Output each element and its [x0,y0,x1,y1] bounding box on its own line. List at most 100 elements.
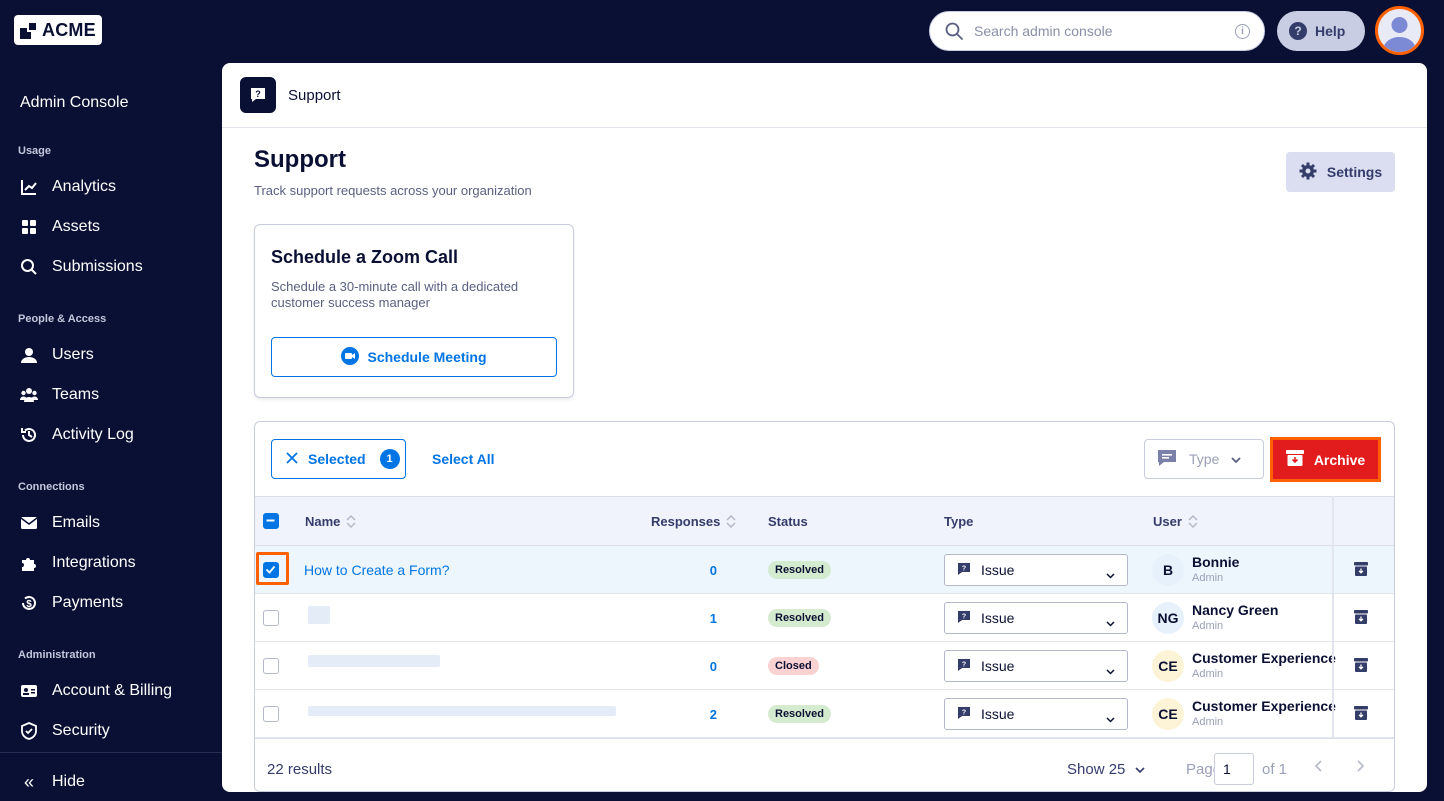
row-checkbox[interactable] [263,658,279,674]
shield-icon [20,722,38,740]
sidebar-hide-button[interactable]: « Hide [20,765,220,799]
sidebar-item-label: Analytics [52,178,117,195]
search-icon [944,21,964,41]
user-role: Admin [1192,716,1224,728]
chevron-down-icon [1231,451,1241,467]
table-row[interactable]: 2 Resolved ? Issue CE Customer Experienc… [255,690,1394,738]
sidebar-item-submissions[interactable]: Submissions [20,250,220,284]
sidebar-item-analytics[interactable]: Analytics [20,170,220,204]
chevron-down-icon [1135,761,1145,778]
table-toolbar: Selected 1 Select All Type Archive [255,422,1394,496]
sidebar-item-integrations[interactable]: Integrations [20,546,220,580]
user-role: Admin [1192,620,1224,632]
status-badge: Resolved [768,609,831,627]
page-number-input[interactable] [1214,753,1254,785]
sidebar-item-security[interactable]: Security [20,714,220,748]
clear-selection-button[interactable]: Selected 1 [271,439,406,479]
sidebar-item-label: Integrations [52,554,136,571]
admin-search-bar[interactable]: i [929,11,1265,51]
page-size-select[interactable]: Show 25 [1067,761,1145,778]
next-page-icon[interactable] [1356,759,1365,777]
archive-icon[interactable] [1354,562,1368,581]
page-subtitle: Track support requests across your organ… [254,183,532,198]
responses-count[interactable]: 0 [695,659,717,674]
column-header-user[interactable]: User [1153,514,1198,529]
row-checkbox[interactable] [263,562,279,578]
sidebar-item-payments[interactable]: $ Payments [20,586,220,620]
user-name: Nancy Green [1192,602,1279,618]
sidebar-item-teams[interactable]: Teams [20,378,220,412]
sidebar-item-label: Assets [52,218,101,235]
row-checkbox[interactable] [263,610,279,626]
column-header-type: Type [944,514,974,529]
responses-count[interactable]: 1 [695,611,717,626]
archive-label: Archive [1313,451,1366,468]
user-icon [20,346,38,364]
archive-icon[interactable] [1354,610,1368,629]
status-badge: Resolved [768,705,831,723]
search-icon [20,258,38,276]
sidebar-divider [0,752,222,753]
type-select[interactable]: ? Issue [944,554,1128,586]
column-header-status: Status [768,514,808,529]
schedule-meeting-button[interactable]: Schedule Meeting [271,337,557,377]
page-title: Support [254,146,346,173]
responses-count[interactable]: 2 [695,707,717,722]
type-select[interactable]: ? Issue [944,650,1128,682]
sidebar-item-label: Users [52,346,94,363]
column-header-responses[interactable]: Responses [651,514,736,529]
sidebar-item-label: Teams [52,386,100,403]
user-avatar[interactable] [1375,6,1424,55]
sidebar-item-label: Emails [52,514,101,531]
section-connections: Connections [18,481,85,493]
sidebar-title: Admin Console [20,94,129,111]
acme-logo[interactable]: ACME [14,15,102,45]
search-input[interactable] [974,23,1235,39]
chevron-down-icon [1106,566,1115,582]
chevron-down-icon [1106,710,1115,726]
sidebar-item-activity-log[interactable]: Activity Log [20,418,220,452]
selected-label: Selected [308,451,366,467]
table-row[interactable]: How to Create a Form? 0 Resolved ? Issue… [255,546,1394,594]
archive-icon[interactable] [1354,658,1368,677]
sidebar-item-emails[interactable]: Emails [20,506,220,540]
support-issue-icon: ? [957,610,971,627]
page-size-label: Show 25 [1067,761,1126,778]
sort-icon [346,514,356,529]
select-all-checkbox[interactable] [263,513,279,529]
svg-text:$: $ [26,599,32,610]
settings-button[interactable]: Settings [1286,152,1395,192]
status-badge: Resolved [768,561,831,579]
table-row[interactable]: 1 Resolved ? Issue NG Nancy Green Admin [255,594,1394,642]
acme-logo-icon [20,21,38,39]
support-app-icon: ? [240,77,276,113]
column-header-name[interactable]: Name [305,514,356,529]
prev-page-icon[interactable] [1314,759,1323,777]
id-card-icon [20,682,38,700]
svg-text:?: ? [962,565,966,572]
redacted-name [308,706,616,716]
type-filter-dropdown[interactable]: Type [1144,439,1264,479]
selected-count-badge: 1 [379,449,400,469]
hide-label: Hide [52,773,85,790]
redacted-name [308,655,440,667]
user-avatar-initials: CE [1152,698,1184,730]
support-issue-icon: ? [957,658,971,675]
chevron-down-icon [1106,614,1115,630]
request-name-link[interactable]: How to Create a Form? [304,562,450,578]
type-select[interactable]: ? Issue [944,698,1128,730]
archive-icon[interactable] [1354,706,1368,725]
sidebar-item-assets[interactable]: Assets [20,210,220,244]
archive-button[interactable]: Archive [1270,437,1381,482]
column-label: User [1153,514,1182,529]
responses-count[interactable]: 0 [695,563,717,578]
type-select[interactable]: ? Issue [944,602,1128,634]
info-icon[interactable]: i [1235,23,1250,39]
close-icon [286,451,298,467]
select-all-button[interactable]: Select All [432,451,495,467]
sidebar-item-users[interactable]: Users [20,338,220,372]
help-button[interactable]: ? Help [1277,11,1365,51]
sidebar-item-account-billing[interactable]: Account & Billing [20,674,220,708]
table-row[interactable]: 0 Closed ? Issue CE Customer Experience … [255,642,1394,690]
row-checkbox[interactable] [263,706,279,722]
